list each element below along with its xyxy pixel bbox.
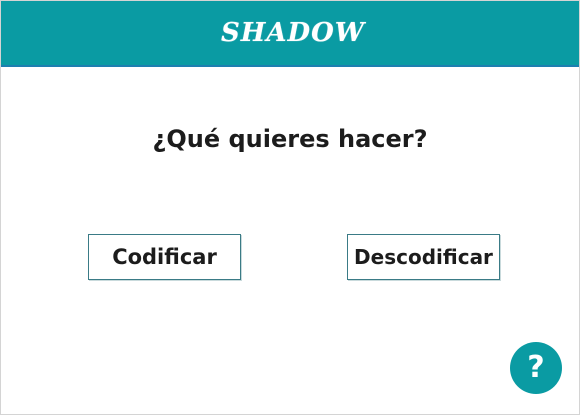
help-button[interactable]: ? (510, 342, 562, 394)
encode-button[interactable]: Codificar (88, 234, 241, 280)
decode-button-label: Descodificar (354, 245, 493, 269)
question-mark-icon: ? (527, 350, 545, 385)
prompt-question: ¿Qué quieres hacer? (152, 125, 428, 153)
title-bar: SHADOW (1, 1, 579, 67)
app-title: SHADOW (221, 18, 365, 48)
app-window: SHADOW ¿Qué quieres hacer? Codificar Des… (0, 0, 580, 415)
encode-button-label: Codificar (112, 245, 217, 269)
decode-button[interactable]: Descodificar (347, 234, 500, 280)
